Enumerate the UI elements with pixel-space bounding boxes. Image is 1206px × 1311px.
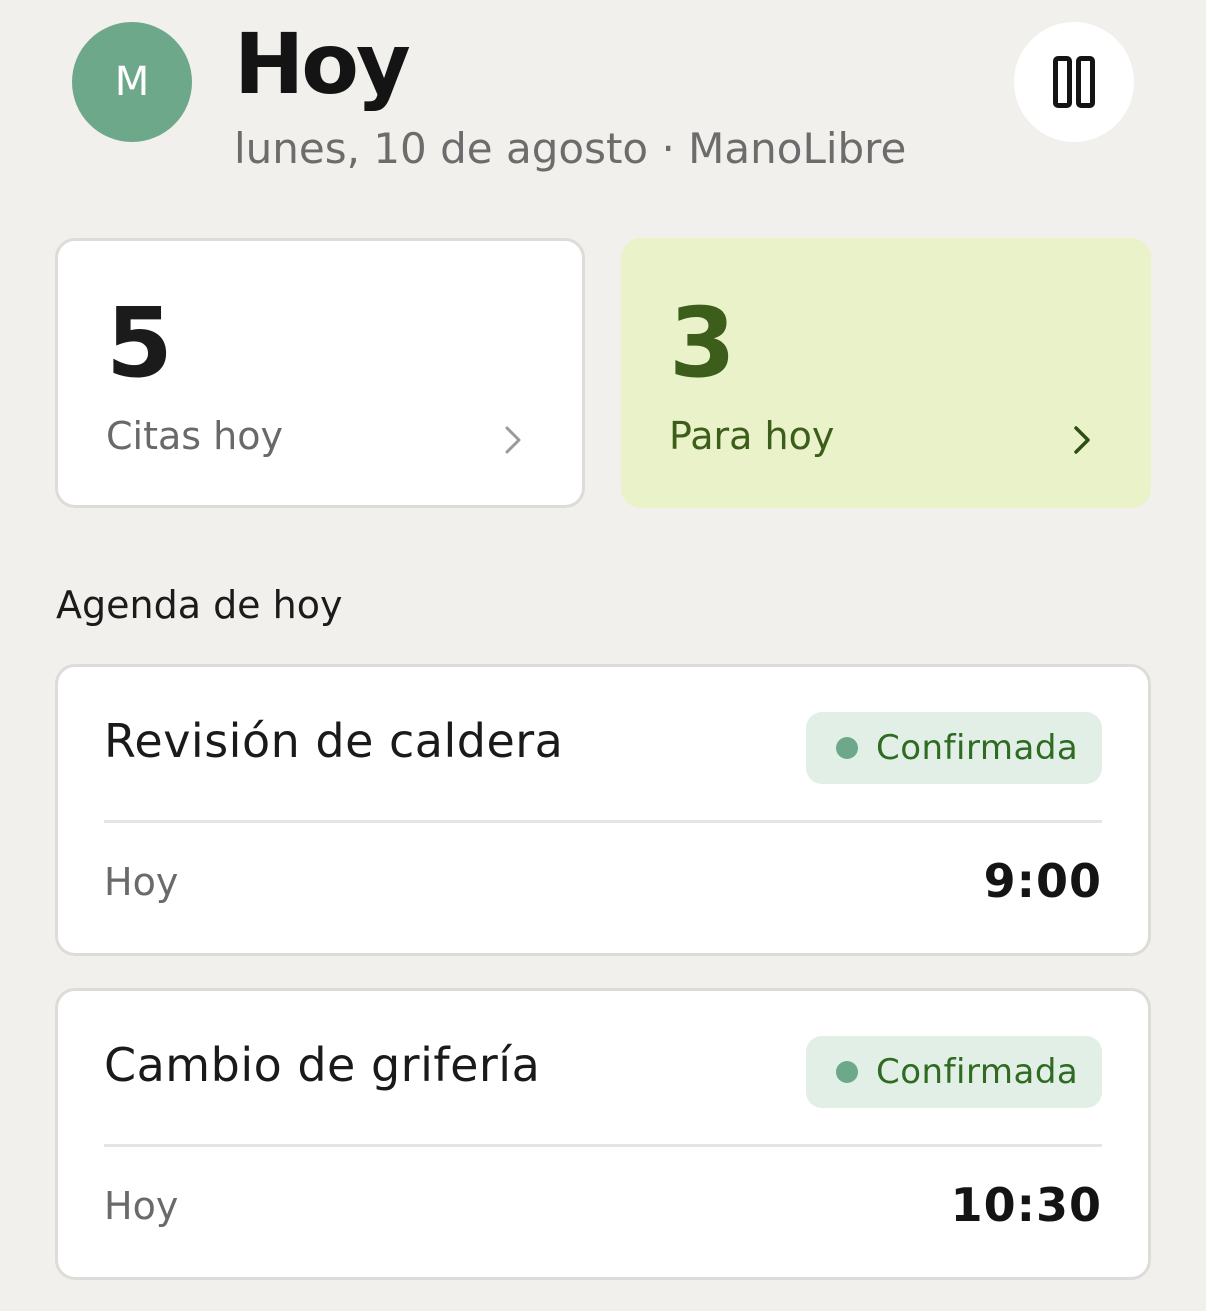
stat-label: Para hoy [669, 414, 835, 458]
divider [104, 1144, 1102, 1147]
divider [104, 820, 1102, 823]
appointment-time: 9:00 [983, 854, 1102, 908]
appointment-title: Revisión de caldera [104, 714, 564, 768]
appointment-card[interactable]: Cambio de grifería Confirmada Hoy 10:30 [55, 988, 1151, 1280]
section-title: Agenda de hoy [56, 583, 343, 627]
status-dot-icon [836, 1061, 858, 1083]
status-badge: Confirmada [806, 1036, 1102, 1108]
stat-value: 3 [669, 287, 736, 399]
appointment-title: Cambio de grifería [104, 1038, 541, 1092]
stat-card-citas-hoy[interactable]: 5 Citas hoy [55, 238, 585, 508]
stat-label: Citas hoy [106, 414, 283, 458]
status-label: Confirmada [876, 1052, 1079, 1092]
appointment-day: Hoy [104, 1184, 179, 1228]
appointment-card[interactable]: Revisión de caldera Confirmada Hoy 9:00 [55, 664, 1151, 956]
avatar[interactable]: M [72, 22, 192, 142]
columns-icon [1053, 56, 1095, 108]
columns-view-button[interactable] [1014, 22, 1134, 142]
page-title: Hoy [234, 15, 411, 113]
status-dot-icon [836, 737, 858, 759]
stat-value: 5 [106, 287, 173, 399]
appointment-day: Hoy [104, 860, 179, 904]
status-label: Confirmada [876, 728, 1079, 768]
chevron-right-icon [1074, 426, 1090, 454]
stat-card-para-hoy[interactable]: 3 Para hoy [621, 238, 1151, 508]
page-subtitle: lunes, 10 de agosto · ManoLibre [234, 124, 907, 173]
chevron-right-icon [505, 426, 521, 454]
status-badge: Confirmada [806, 712, 1102, 784]
avatar-initial: M [114, 59, 150, 105]
appointment-time: 10:30 [950, 1178, 1102, 1232]
